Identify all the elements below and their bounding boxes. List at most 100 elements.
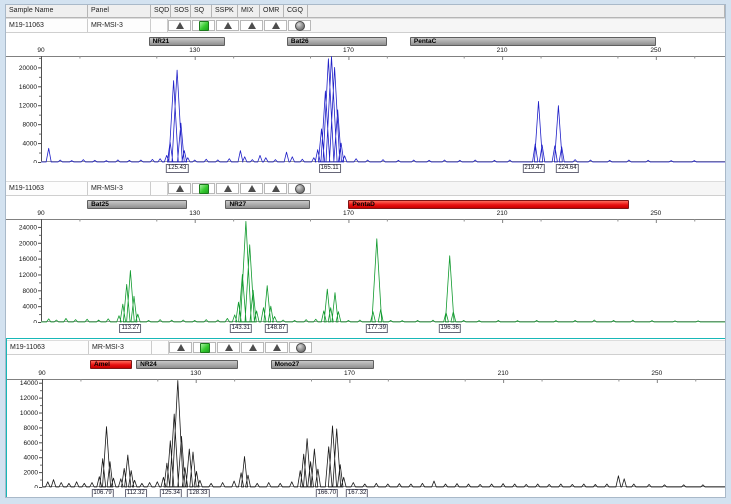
header-col-sq[interactable]: SQ bbox=[191, 5, 212, 17]
cgq-flag-cell[interactable] bbox=[289, 342, 312, 353]
warning-triangle-icon bbox=[177, 344, 185, 351]
x-axis-tick-label: 210 bbox=[490, 47, 514, 54]
x-axis-tick-label: 130 bbox=[183, 47, 207, 54]
y-axis-tick-label: 10000 bbox=[20, 410, 38, 417]
sample-name-cell[interactable]: M19-11063 bbox=[6, 182, 88, 195]
warning-triangle-icon bbox=[272, 22, 280, 29]
panel-cell[interactable]: MR-MSI-3 bbox=[88, 19, 151, 32]
y-axis-tick-label: 4000 bbox=[24, 455, 39, 462]
peak-size-label[interactable]: 128.33 bbox=[187, 489, 209, 498]
sample-row[interactable]: M19-11063MR-MSI-3 bbox=[7, 340, 726, 355]
sample-name-cell[interactable]: M19-11063 bbox=[7, 341, 89, 354]
warning-triangle-icon bbox=[176, 22, 184, 29]
electropherogram-trace bbox=[41, 57, 725, 163]
panel-cell[interactable]: MR-MSI-3 bbox=[89, 341, 152, 354]
cgq-flag-cell[interactable] bbox=[288, 183, 311, 194]
strip-filler bbox=[312, 182, 726, 195]
sos-flag-cell[interactable] bbox=[168, 183, 191, 194]
electropherogram-trace bbox=[42, 381, 726, 488]
marker-bar-nr27[interactable]: NR27 bbox=[225, 200, 310, 209]
sample-name-cell[interactable]: M19-11063 bbox=[6, 19, 88, 32]
warning-triangle-icon bbox=[224, 185, 232, 192]
quality-circle-icon bbox=[295, 184, 305, 194]
header-col-sqd[interactable]: SQD bbox=[151, 5, 171, 17]
sos-flag-cell[interactable] bbox=[169, 342, 192, 353]
sample-block-2: M19-11063MR-MSI-3Bat25NR27PentaD90130170… bbox=[6, 181, 726, 338]
y-axis-tick-label: 8000 bbox=[24, 425, 39, 432]
omr-flag-cell[interactable] bbox=[264, 183, 287, 194]
peak-size-label[interactable]: 219.47 bbox=[522, 164, 544, 173]
strip-filler bbox=[313, 341, 726, 354]
x-axis-tick-label: 250 bbox=[644, 47, 668, 54]
peak-size-label[interactable]: 148.87 bbox=[265, 324, 287, 333]
peak-size-label[interactable]: 167.32 bbox=[346, 489, 368, 498]
peak-size-label[interactable]: 112.32 bbox=[125, 489, 147, 498]
omr-flag-cell[interactable] bbox=[264, 20, 287, 31]
mix-flag-cell[interactable] bbox=[241, 342, 264, 353]
flag-spacer-cell bbox=[151, 182, 168, 195]
pass-green-square-icon bbox=[200, 343, 210, 353]
y-axis-tick-label: 0 bbox=[33, 320, 37, 324]
peak-size-label[interactable]: 125.43 bbox=[166, 164, 188, 173]
electropherogram-plot-3[interactable]: 02000400060008000100001200014000 bbox=[7, 379, 726, 488]
peak-size-label[interactable]: 177.39 bbox=[366, 324, 388, 333]
warning-triangle-icon bbox=[248, 185, 256, 192]
sspk-flag-cell[interactable] bbox=[216, 20, 239, 31]
x-axis-tick-label: 170 bbox=[336, 47, 360, 54]
x-axis-tick-label: 210 bbox=[491, 370, 515, 377]
sample-row[interactable]: M19-11063MR-MSI-3 bbox=[6, 181, 726, 196]
omr-flag-cell[interactable] bbox=[265, 342, 288, 353]
peak-size-label[interactable]: 113.27 bbox=[119, 324, 141, 333]
marker-bar-pentad[interactable]: PentaD bbox=[348, 200, 629, 209]
peak-size-label[interactable]: 224.64 bbox=[556, 164, 578, 173]
y-axis-tick-label: 20000 bbox=[19, 240, 37, 247]
header-col-mix[interactable]: MIX bbox=[238, 5, 260, 17]
cgq-flag-cell[interactable] bbox=[288, 20, 311, 31]
marker-bar-pentac[interactable]: PentaC bbox=[410, 37, 656, 46]
warning-triangle-icon bbox=[248, 22, 256, 29]
marker-bar-mono27[interactable]: Mono27 bbox=[271, 360, 375, 369]
y-axis-tick-label: 20000 bbox=[19, 65, 37, 72]
peak-size-label[interactable]: 165.11 bbox=[319, 164, 341, 173]
sample-block-3: M19-11063MR-MSI-3AmelNR24Mono27901301702… bbox=[6, 338, 726, 498]
header-col-omr[interactable]: OMR bbox=[260, 5, 284, 17]
peak-size-label[interactable]: 143.31 bbox=[230, 324, 252, 333]
sq-flag-cell[interactable] bbox=[193, 342, 216, 353]
y-axis-tick-label: 12000 bbox=[19, 103, 37, 110]
peak-size-label[interactable]: 125.34 bbox=[160, 489, 182, 498]
sq-flag-cell[interactable] bbox=[192, 20, 215, 31]
sspk-flag-cell[interactable] bbox=[217, 342, 240, 353]
x-axis-tick-label: 90 bbox=[29, 210, 53, 217]
marker-bar-amel[interactable]: Amel bbox=[90, 360, 132, 369]
marker-bar-nr21[interactable]: NR21 bbox=[149, 37, 226, 46]
y-axis-tick-label: 12000 bbox=[20, 395, 38, 402]
panel-cell[interactable]: MR-MSI-3 bbox=[88, 182, 151, 195]
warning-triangle-icon bbox=[225, 344, 233, 351]
marker-bar-nr24[interactable]: NR24 bbox=[136, 360, 238, 369]
mix-flag-cell[interactable] bbox=[240, 183, 263, 194]
header-col-cgq[interactable]: CGQ bbox=[284, 5, 308, 17]
electropherogram-plot-2[interactable]: 04000800012000160002000024000 bbox=[6, 219, 726, 323]
x-axis-tick-label: 90 bbox=[29, 47, 53, 54]
header-col-sample-name[interactable]: Sample Name bbox=[6, 5, 88, 17]
marker-bar-bat25[interactable]: Bat25 bbox=[87, 200, 187, 209]
sspk-flag-cell[interactable] bbox=[216, 183, 239, 194]
x-axis-tick-label: 210 bbox=[490, 210, 514, 217]
sq-flag-cell[interactable] bbox=[192, 183, 215, 194]
header-col-sspk[interactable]: SSPK bbox=[212, 5, 238, 17]
peak-size-label[interactable]: 106.79 bbox=[91, 489, 113, 498]
pass-green-square-icon bbox=[199, 184, 209, 194]
flag-spacer-cell bbox=[151, 19, 168, 32]
electropherogram-plot-1[interactable]: 040008000120001600020000 bbox=[6, 56, 726, 163]
header-col-panel[interactable]: Panel bbox=[88, 5, 151, 17]
x-axis-tick-label: 130 bbox=[184, 370, 208, 377]
header-col-sos[interactable]: SOS bbox=[171, 5, 191, 17]
header-filler bbox=[308, 5, 725, 17]
sos-flag-cell[interactable] bbox=[168, 20, 191, 31]
warning-triangle-icon bbox=[273, 344, 281, 351]
mix-flag-cell[interactable] bbox=[240, 20, 263, 31]
sample-row[interactable]: M19-11063MR-MSI-3 bbox=[6, 18, 726, 33]
peak-size-label[interactable]: 166.70 bbox=[316, 489, 338, 498]
marker-bar-bat26[interactable]: Bat26 bbox=[287, 37, 387, 46]
peak-size-label[interactable]: 196.36 bbox=[439, 324, 461, 333]
